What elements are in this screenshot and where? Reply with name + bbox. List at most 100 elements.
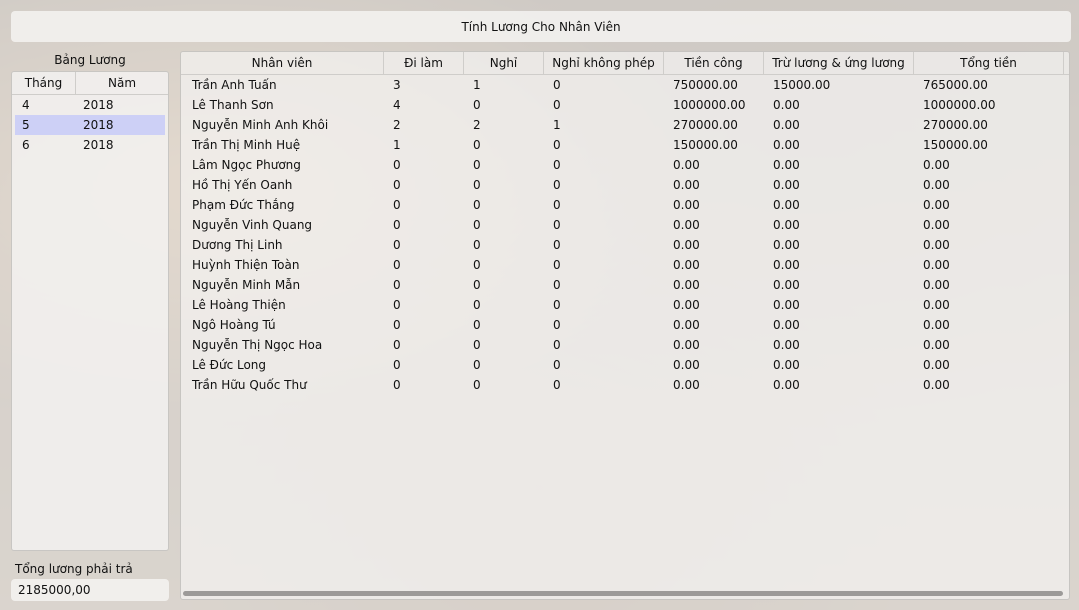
cell-deduction-advance: 0.00 xyxy=(773,318,800,332)
cell-employee: Nguyễn Thị Ngọc Hoa xyxy=(192,338,323,352)
horizontal-scrollbar[interactable] xyxy=(183,591,1063,596)
table-row[interactable]: Lê Thanh Sơn 4 0 0 1000000.00 0.00 1000000.00 xyxy=(181,95,1069,115)
cell-deduction-advance: 0.00 xyxy=(773,358,800,372)
period-month: 5 xyxy=(22,118,30,132)
cell-days-worked: 0 xyxy=(393,338,401,352)
cell-days-worked: 0 xyxy=(393,278,401,292)
cell-employee: Huỳnh Thiện Toàn xyxy=(192,258,300,272)
table-row[interactable]: Huỳnh Thiện Toàn 0 0 0 0.00 0.00 0.00 xyxy=(181,255,1069,275)
column-header-year[interactable]: Năm xyxy=(76,72,168,94)
period-year: 2018 xyxy=(83,118,114,132)
cell-days-off: 2 xyxy=(473,118,481,132)
table-row[interactable]: Trần Thị Minh Huệ 1 0 0 150000.00 0.00 150000.… xyxy=(181,135,1069,155)
column-header-employee[interactable]: Nhân viên xyxy=(181,52,384,74)
cell-employee: Ngô Hoàng Tú xyxy=(192,318,276,332)
cell-deduction-advance: 0.00 xyxy=(773,198,800,212)
cell-days-off: 0 xyxy=(473,358,481,372)
salary-table-body: Trần Anh Tuấn 3 1 0 750000.00 15000.00 765000.… xyxy=(181,75,1069,395)
cell-days-off: 0 xyxy=(473,338,481,352)
cell-total: 0.00 xyxy=(923,278,950,292)
cell-employee: Lê Đức Long xyxy=(192,358,267,372)
table-row[interactable]: Nguyễn Minh Mẫn 0 0 0 0.00 0.00 0.00 xyxy=(181,275,1069,295)
cell-employee: Lê Thanh Sơn xyxy=(192,98,274,112)
payroll-period-row[interactable]: 6 2018 xyxy=(15,135,165,155)
cell-days-worked: 0 xyxy=(393,298,401,312)
total-payable-field[interactable]: 2185000,00 xyxy=(11,579,169,601)
salary-table[interactable]: Nhân viên Đi làm Nghỉ Nghỉ không phép Tiền c… xyxy=(180,51,1070,600)
payroll-list-title: Bảng Lương xyxy=(54,53,126,67)
cell-unexcused-absence: 0 xyxy=(553,378,561,392)
cell-deduction-advance: 0.00 xyxy=(773,258,800,272)
cell-total: 0.00 xyxy=(923,198,950,212)
cell-days-worked: 0 xyxy=(393,378,401,392)
table-row[interactable]: Ngô Hoàng Tú 0 0 0 0.00 0.00 0.00 xyxy=(181,315,1069,335)
table-row[interactable]: Nguyễn Thị Ngọc Hoa 0 0 0 0.00 0.00 0.00 xyxy=(181,335,1069,355)
cell-employee: Hồ Thị Yến Oanh xyxy=(192,178,293,192)
table-row[interactable]: Dương Thị Linh 0 0 0 0.00 0.00 0.00 xyxy=(181,235,1069,255)
cell-unexcused-absence: 0 xyxy=(553,318,561,332)
cell-wage: 0.00 xyxy=(673,358,700,372)
salary-table-header: Nhân viên Đi làm Nghỉ Nghỉ không phép Tiền c… xyxy=(181,52,1069,75)
column-header-unexcused-absence[interactable]: Nghỉ không phép xyxy=(544,52,664,74)
table-row[interactable]: Nguyễn Minh Anh Khôi 2 2 1 270000.00 0.00 2700… xyxy=(181,115,1069,135)
payroll-period-list[interactable]: Tháng Năm 4 2018 5 2018 6 2018 xyxy=(11,71,169,551)
cell-total: 0.00 xyxy=(923,318,950,332)
table-row[interactable]: Lê Đức Long 0 0 0 0.00 0.00 0.00 xyxy=(181,355,1069,375)
table-row[interactable]: Hồ Thị Yến Oanh 0 0 0 0.00 0.00 0.00 xyxy=(181,175,1069,195)
cell-deduction-advance: 0.00 xyxy=(773,218,800,232)
cell-total: 765000.00 xyxy=(923,78,988,92)
cell-days-worked: 0 xyxy=(393,198,401,212)
cell-total: 0.00 xyxy=(923,378,950,392)
cell-wage: 150000.00 xyxy=(673,138,738,152)
payroll-list-header: Tháng Năm xyxy=(12,72,168,95)
cell-deduction-advance: 15000.00 xyxy=(773,78,831,92)
cell-deduction-advance: 0.00 xyxy=(773,98,800,112)
cell-days-worked: 2 xyxy=(393,118,401,132)
cell-total: 1000000.00 xyxy=(923,98,996,112)
cell-unexcused-absence: 0 xyxy=(553,78,561,92)
cell-days-worked: 0 xyxy=(393,258,401,272)
column-header-month[interactable]: Tháng xyxy=(12,72,76,94)
cell-deduction-advance: 0.00 xyxy=(773,138,800,152)
cell-employee: Trần Hữu Quốc Thư xyxy=(192,378,307,392)
cell-employee: Dương Thị Linh xyxy=(192,238,283,252)
cell-employee: Phạm Đức Thắng xyxy=(192,198,295,212)
table-row[interactable]: Phạm Đức Thắng 0 0 0 0.00 0.00 0.00 xyxy=(181,195,1069,215)
column-header-days-worked[interactable]: Đi làm xyxy=(384,52,464,74)
cell-unexcused-absence: 0 xyxy=(553,98,561,112)
table-row[interactable]: Nguyễn Vinh Quang 0 0 0 0.00 0.00 0.00 xyxy=(181,215,1069,235)
cell-total: 0.00 xyxy=(923,158,950,172)
table-row[interactable]: Lâm Ngọc Phương 0 0 0 0.00 0.00 0.00 xyxy=(181,155,1069,175)
cell-days-off: 0 xyxy=(473,258,481,272)
cell-days-worked: 0 xyxy=(393,178,401,192)
cell-wage: 0.00 xyxy=(673,338,700,352)
cell-employee: Trần Thị Minh Huệ xyxy=(192,138,301,152)
cell-wage: 0.00 xyxy=(673,258,700,272)
payroll-period-row[interactable]: 4 2018 xyxy=(15,95,165,115)
table-row[interactable]: Trần Anh Tuấn 3 1 0 750000.00 15000.00 765000.… xyxy=(181,75,1069,95)
column-header-total[interactable]: Tổng tiền xyxy=(914,52,1064,74)
column-header-wage[interactable]: Tiền công xyxy=(664,52,764,74)
cell-days-worked: 4 xyxy=(393,98,401,112)
cell-days-worked: 0 xyxy=(393,318,401,332)
payroll-period-row[interactable]: 5 2018 xyxy=(15,115,165,135)
cell-deduction-advance: 0.00 xyxy=(773,238,800,252)
column-header-days-off[interactable]: Nghỉ xyxy=(464,52,544,74)
column-header-deduction-advance[interactable]: Trừ lương & ứng lương xyxy=(764,52,914,74)
cell-days-off: 0 xyxy=(473,158,481,172)
cell-deduction-advance: 0.00 xyxy=(773,338,800,352)
cell-total: 0.00 xyxy=(923,338,950,352)
period-month: 6 xyxy=(22,138,30,152)
cell-days-off: 0 xyxy=(473,238,481,252)
cell-days-off: 0 xyxy=(473,318,481,332)
cell-unexcused-absence: 0 xyxy=(553,198,561,212)
window-title: Tính Lương Cho Nhân Viên xyxy=(461,19,621,34)
cell-unexcused-absence: 0 xyxy=(553,178,561,192)
table-row[interactable]: Trần Hữu Quốc Thư 0 0 0 0.00 0.00 0.00 xyxy=(181,375,1069,395)
table-row[interactable]: Lê Hoàng Thiện 0 0 0 0.00 0.00 0.00 xyxy=(181,295,1069,315)
cell-days-worked: 0 xyxy=(393,158,401,172)
cell-total: 0.00 xyxy=(923,218,950,232)
cell-employee: Trần Anh Tuấn xyxy=(192,78,277,92)
cell-unexcused-absence: 0 xyxy=(553,238,561,252)
cell-deduction-advance: 0.00 xyxy=(773,118,800,132)
